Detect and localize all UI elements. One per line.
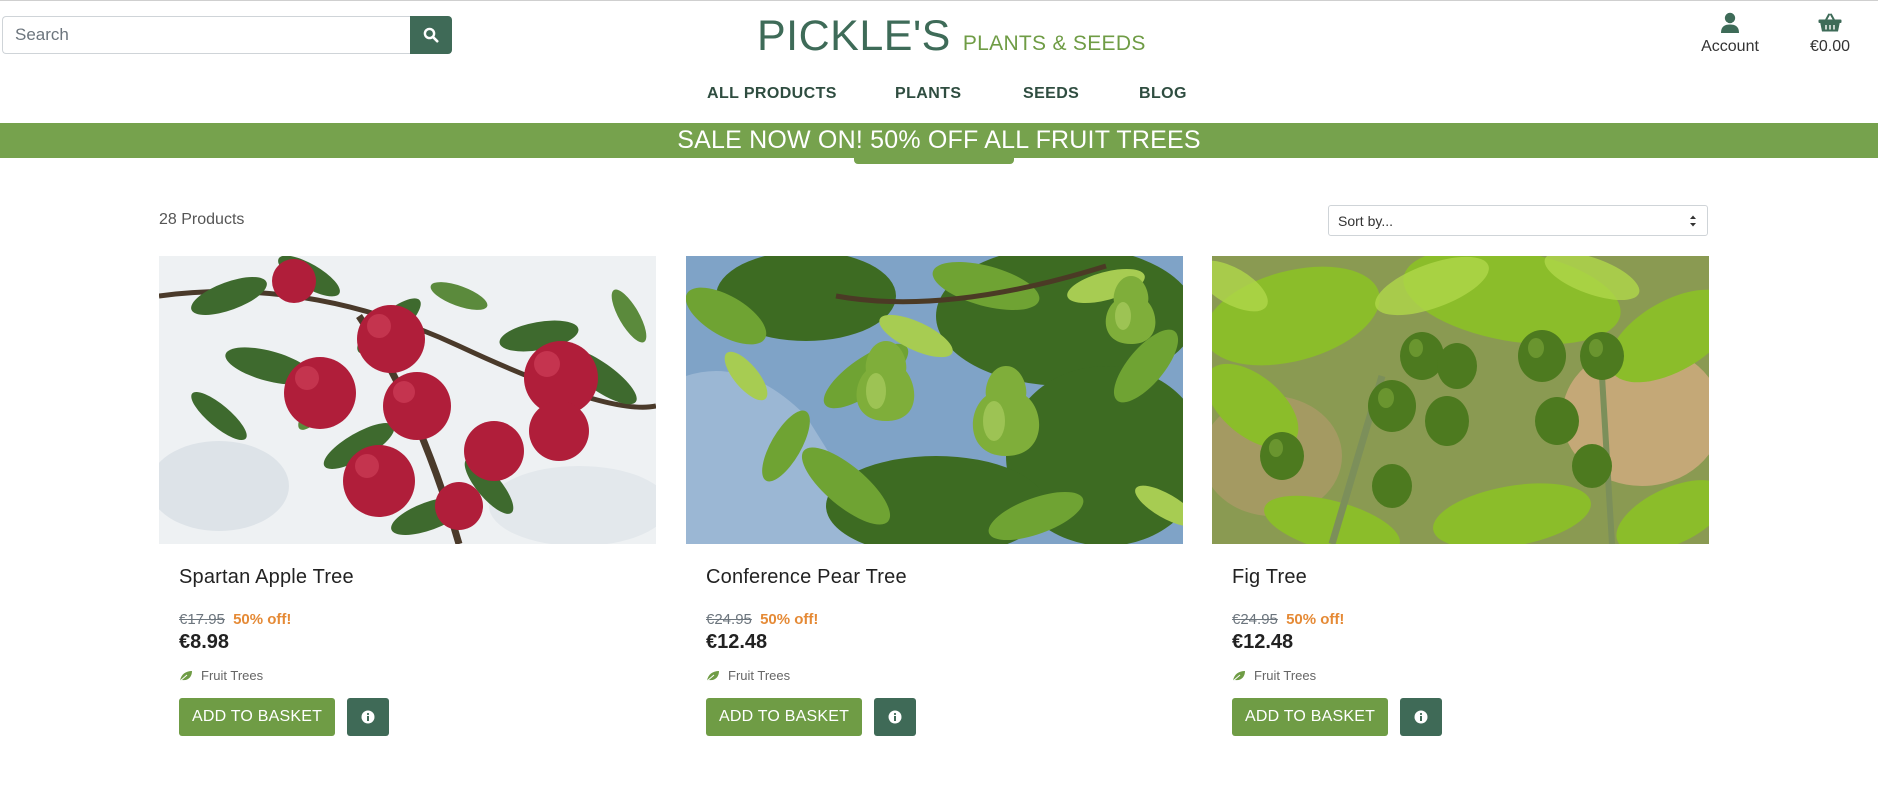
sale-price: €12.48 [706,631,768,653]
product-info-button[interactable] [874,698,917,736]
product-category[interactable]: Fruit Trees [179,668,656,683]
product-image-pear-tree[interactable] [686,256,1183,544]
add-to-basket-button[interactable]: ADD TO BASKET [1232,698,1389,736]
original-price: €24.95 [1232,611,1278,628]
product-info-button[interactable] [347,698,390,736]
basket-link[interactable]: €0.00 [1800,10,1860,56]
search-button[interactable] [410,16,452,54]
original-price: €24.95 [706,611,752,628]
category-label: Fruit Trees [1254,668,1317,683]
price-row: €17.95 50% off! [179,611,656,628]
product-name[interactable]: Spartan Apple Tree [179,566,656,589]
product-info-button[interactable] [1400,698,1443,736]
top-border [0,0,1878,1]
nav-blog[interactable]: BLOG [1139,85,1187,103]
product-category[interactable]: Fruit Trees [1232,668,1709,683]
discount-badge: 50% off! [760,611,819,628]
sort-select[interactable]: Sort by... [1328,205,1708,236]
discount-badge: 50% off! [233,611,292,628]
account-label: Account [1701,38,1759,55]
leaf-icon [1232,670,1254,682]
product-image-apple-tree[interactable] [159,256,656,544]
product-count: 28 Products [159,211,245,228]
sort-arrows-icon [1689,213,1697,229]
leaf-icon [706,670,728,682]
add-to-basket-button[interactable]: ADD TO BASKET [179,698,336,736]
sale-price: €12.48 [1232,631,1294,653]
category-label: Fruit Trees [728,668,791,683]
sort-selected-value: Sort by... [1338,212,1393,229]
info-icon [888,710,902,724]
product-name[interactable]: Conference Pear Tree [706,566,1183,589]
info-icon [1414,710,1428,724]
basket-total: €0.00 [1809,38,1851,55]
basket-icon [1800,10,1860,36]
account-link[interactable]: Account [1695,10,1765,56]
site-logo[interactable]: PICKLE'S PLANTS & SEEDS [757,12,1146,61]
product-card: Spartan Apple Tree €17.95 50% off! €8.98… [159,256,656,736]
product-card: Conference Pear Tree €24.95 50% off! €12… [686,256,1183,736]
product-name[interactable]: Fig Tree [1232,566,1709,589]
price-row: €24.95 50% off! [706,611,1183,628]
search-input[interactable] [2,16,410,54]
search-icon [423,27,439,43]
nav-plants[interactable]: PLANTS [895,85,961,103]
sale-banner-text: SALE NOW ON! 50% OFF ALL FRUIT TREES [677,126,1201,154]
category-label: Fruit Trees [201,668,264,683]
brand-tagline: PLANTS & SEEDS [962,32,1146,55]
product-card: Fig Tree €24.95 50% off! €12.48 Fruit Tr… [1212,256,1709,736]
main-nav: ALL PRODUCTS PLANTS SEEDS BLOG [0,85,1878,107]
leaf-icon [179,670,201,682]
banner-tab [854,158,1014,164]
product-category[interactable]: Fruit Trees [706,668,1183,683]
discount-badge: 50% off! [1286,611,1345,628]
nav-seeds[interactable]: SEEDS [1023,85,1079,103]
info-icon [361,710,375,724]
user-icon [1695,10,1765,36]
nav-all-products[interactable]: ALL PRODUCTS [707,85,837,103]
brand-name: PICKLE'S [757,12,951,60]
sale-banner: SALE NOW ON! 50% OFF ALL FRUIT TREES [0,123,1878,158]
sale-price: €8.98 [179,631,230,653]
original-price: €17.95 [179,611,225,628]
search-form [2,16,452,54]
price-row: €24.95 50% off! [1232,611,1709,628]
product-image-fig-tree[interactable] [1212,256,1709,544]
add-to-basket-button[interactable]: ADD TO BASKET [706,698,863,736]
